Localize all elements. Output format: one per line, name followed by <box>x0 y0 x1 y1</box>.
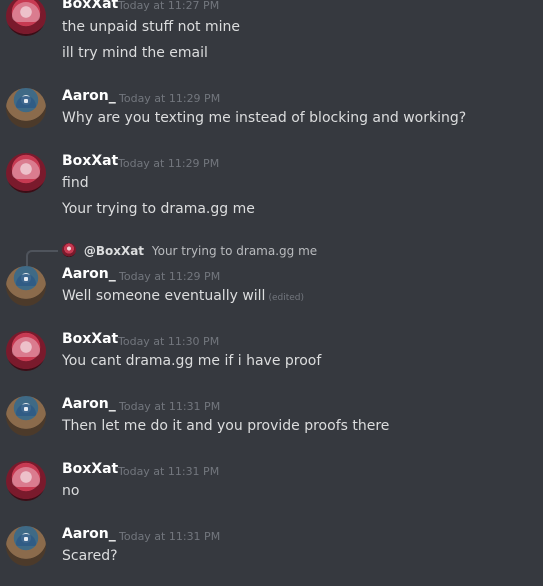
reply-text: Your trying to drama.gg me <box>151 244 318 258</box>
message-text: Scared? <box>62 548 118 564</box>
reply-avatar <box>62 243 76 257</box>
avatar[interactable] <box>6 153 46 193</box>
message-text: the unpaid stuff not mine <box>62 19 241 35</box>
message-text: ill try mind the email <box>62 45 208 61</box>
author-name[interactable]: BoxXat <box>62 461 118 477</box>
avatar[interactable] <box>6 526 46 566</box>
avatar-hair <box>12 337 40 357</box>
edited-tag: (edited) <box>268 293 304 303</box>
message-text: Well someone eventually will (edited) <box>62 288 304 304</box>
message-text: You cant drama.gg me if i have proof <box>62 353 322 369</box>
message-text-content: Well someone eventually will <box>62 288 266 304</box>
timestamp: Today at 11:29 PM <box>118 157 220 170</box>
avatar-cap <box>16 96 36 108</box>
timestamp: Today at 11:27 PM <box>118 0 220 12</box>
avatar[interactable] <box>6 461 46 501</box>
timestamp: Today at 11:31 PM <box>118 465 220 478</box>
author-name[interactable]: Aaron_ <box>62 88 116 104</box>
message-text: no <box>62 483 80 499</box>
message-text: Then let me do it and you provide proofs… <box>62 418 390 434</box>
avatar-cap <box>16 404 36 416</box>
author-name[interactable]: BoxXat <box>62 153 118 169</box>
author-name[interactable]: BoxXat <box>62 0 118 12</box>
timestamp: Today at 11:29 PM <box>119 270 221 283</box>
avatar[interactable] <box>6 396 46 436</box>
author-name[interactable]: Aaron_ <box>62 266 116 282</box>
message-text: Why are you texting me instead of blocki… <box>62 110 467 126</box>
timestamp: Today at 11:31 PM <box>119 400 221 413</box>
author-name[interactable]: Aaron_ <box>62 526 116 542</box>
avatar-hair <box>12 2 40 22</box>
timestamp: Today at 11:29 PM <box>119 92 221 105</box>
avatar[interactable] <box>6 331 46 371</box>
message-text: find <box>62 175 89 191</box>
avatar[interactable] <box>6 88 46 128</box>
avatar[interactable] <box>6 0 46 36</box>
message-text: Your trying to drama.gg me <box>62 201 255 217</box>
author-name[interactable]: BoxXat <box>62 331 118 347</box>
avatar-hair <box>12 467 40 487</box>
avatar-cap <box>16 274 36 286</box>
reply-connector <box>26 250 58 266</box>
author-name[interactable]: Aaron_ <box>62 396 116 412</box>
reply-preview[interactable]: @BoxXat Your trying to drama.gg me <box>62 243 317 258</box>
timestamp: Today at 11:30 PM <box>118 335 220 348</box>
avatar-hair <box>12 159 40 179</box>
chat-message-list: BoxXat Today at 11:27 PM the unpaid stuf… <box>0 0 543 586</box>
avatar-cap <box>16 534 36 546</box>
reply-mention[interactable]: @BoxXat <box>84 244 144 258</box>
timestamp: Today at 11:31 PM <box>119 530 221 543</box>
avatar[interactable] <box>6 266 46 306</box>
